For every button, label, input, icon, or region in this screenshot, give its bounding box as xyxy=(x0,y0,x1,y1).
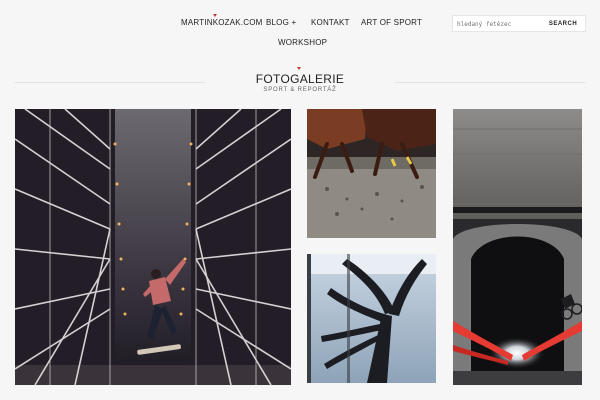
search-form: SEARCH xyxy=(452,15,586,32)
page-title: FOTOGALERIE xyxy=(255,72,345,86)
nav-item-home[interactable]: MARTINKOZAK.COM xyxy=(181,18,263,27)
page-subtitle: SPORT & REPORTÁŽ xyxy=(263,87,337,93)
active-nav-marker xyxy=(213,14,217,17)
search-button[interactable]: SEARCH xyxy=(543,17,583,30)
nav-item-art-of-sport[interactable]: ART OF SPORT xyxy=(361,18,422,27)
title-divider-left xyxy=(15,82,205,83)
title-marker xyxy=(297,67,301,70)
gallery-photo-horse-race[interactable] xyxy=(307,109,436,238)
nav-item-kontakt[interactable]: KONTAKT xyxy=(311,18,350,27)
gallery-photo-skateboarder[interactable] xyxy=(15,109,291,385)
tunnel-image xyxy=(453,109,582,385)
top-navigation: MARTINKOZAK.COM BLOG + KONTAKT ART OF SP… xyxy=(0,0,600,60)
nav-item-blog[interactable]: BLOG + xyxy=(266,18,296,27)
skateboarder-image xyxy=(15,109,291,385)
gallery-photo-tunnel[interactable] xyxy=(453,109,582,385)
shadow-hand-image xyxy=(307,254,436,383)
title-divider-right xyxy=(395,82,585,83)
gallery-photo-shadow-hand[interactable] xyxy=(307,254,436,383)
horse-race-image xyxy=(307,109,436,238)
nav-item-workshop[interactable]: WORKSHOP xyxy=(278,38,327,47)
search-input[interactable] xyxy=(457,19,545,29)
